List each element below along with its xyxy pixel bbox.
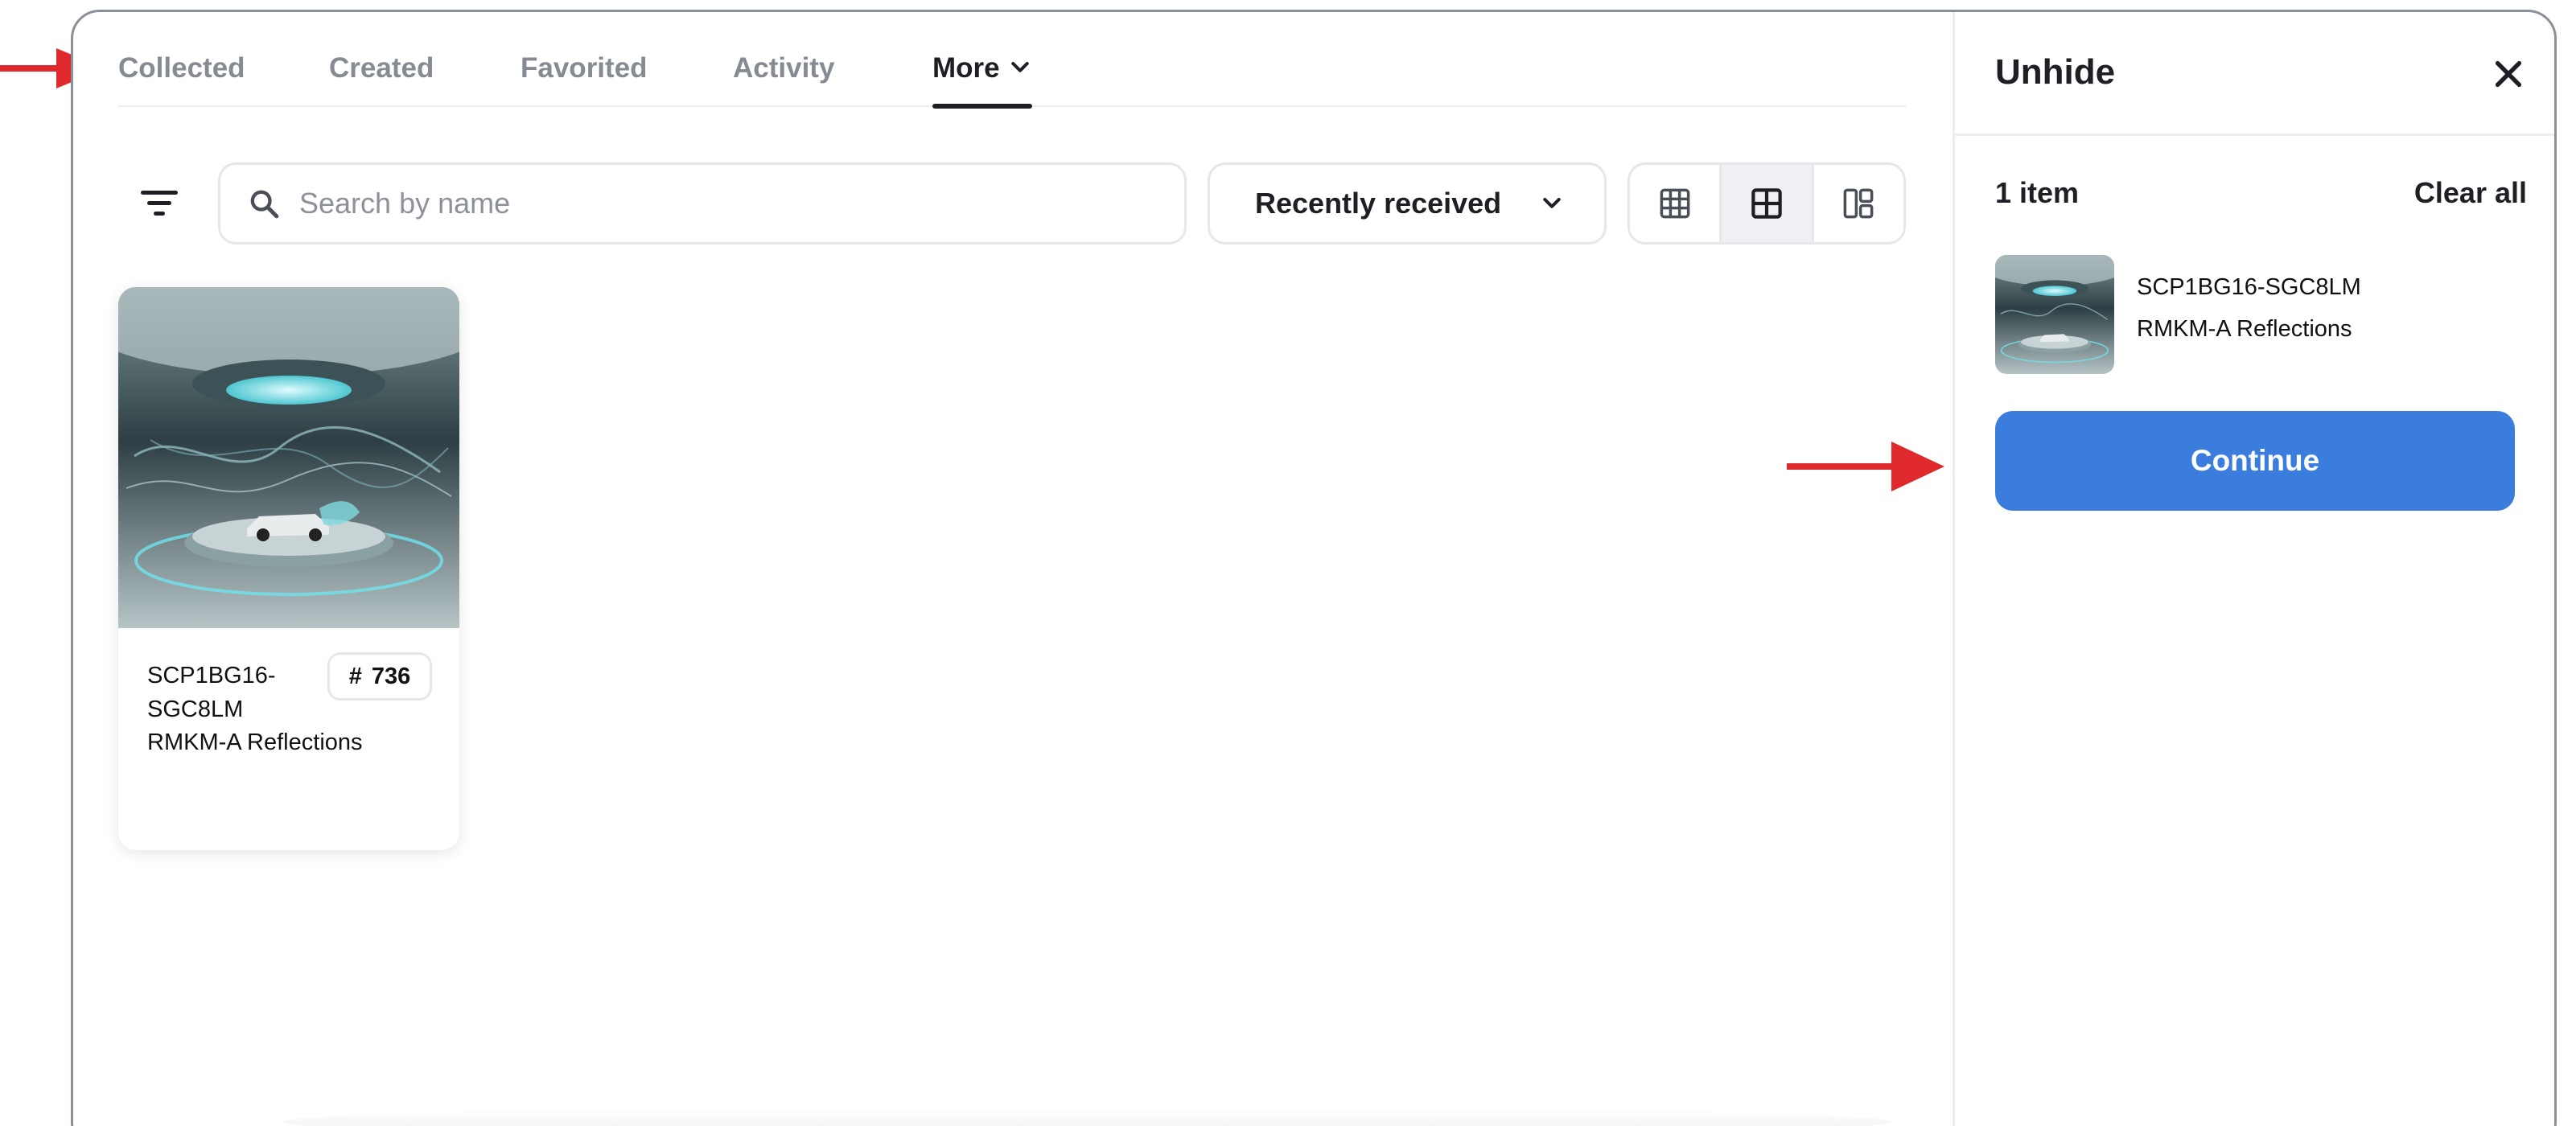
nft-card[interactable]: SCP1BG16- SGC8LM # 736 RMKM-A Reflection… [118, 287, 459, 850]
filter-icon [141, 191, 178, 216]
token-number-badge: # 736 [327, 652, 432, 701]
nft-artwork-image [118, 287, 459, 628]
search-box[interactable] [218, 162, 1187, 245]
unhide-panel: Unhide 1 item Clear all SCP1BG16-SGC8LM [1953, 12, 2554, 1126]
profile-tabs: Collected Created Favorited Activity Mor… [118, 12, 1906, 109]
sort-dropdown[interactable]: Recently received [1208, 162, 1607, 245]
tab-more[interactable]: More [932, 52, 1032, 109]
view-grid-mixed-button[interactable] [1814, 165, 1903, 242]
panel-header: Unhide [1955, 12, 2554, 136]
tab-created[interactable]: Created [329, 52, 434, 107]
selected-item-collection: RMKM-A Reflections [2137, 316, 2352, 342]
tab-more-label: More [932, 52, 1000, 84]
window-frame: Collected Created Favorited Activity Mor… [71, 10, 2557, 1126]
sort-label: Recently received [1255, 187, 1502, 220]
nft-name-line1: SCP1BG16- [147, 663, 276, 688]
search-input[interactable] [299, 187, 1152, 220]
tab-collected[interactable]: Collected [118, 52, 245, 107]
grid-small-icon [1660, 188, 1690, 219]
tab-favorited[interactable]: Favorited [521, 52, 648, 107]
view-grid-small-button[interactable] [1630, 165, 1722, 242]
selected-item-thumbnail [1995, 255, 2114, 374]
view-mode-toggle [1627, 162, 1906, 245]
continue-button[interactable]: Continue [1995, 411, 2515, 511]
filter-button[interactable] [118, 162, 200, 245]
nft-artwork-thumbnail [1995, 255, 2114, 374]
nft-name: SCP1BG16- SGC8LM [147, 659, 308, 726]
chevron-down-icon [1010, 62, 1029, 72]
annotation-arrow-continue [1787, 442, 1944, 491]
toolbar: Recently received [118, 162, 1906, 245]
chevron-down-icon [1543, 198, 1561, 208]
main-content: Collected Created Favorited Activity Mor… [73, 12, 1953, 1126]
search-icon [250, 190, 279, 219]
view-grid-large-button[interactable] [1722, 165, 1814, 242]
tab-activity[interactable]: Activity [733, 52, 834, 107]
token-number: 736 [371, 663, 411, 689]
grid-mixed-icon [1843, 188, 1874, 219]
grid-large-icon [1751, 188, 1782, 219]
scroll-shadow [282, 1106, 1891, 1126]
panel-title: Unhide [1995, 52, 2116, 92]
hash-symbol: # [348, 663, 362, 689]
nft-name-line2: SGC8LM [147, 697, 244, 722]
selected-item-name: SCP1BG16-SGC8LM [2137, 274, 2361, 300]
clear-all-button[interactable]: Clear all [2414, 176, 2527, 210]
selected-count: 1 item [1995, 176, 2080, 209]
nft-collection-name: RMKM-A Reflections [147, 729, 363, 755]
close-icon[interactable] [2490, 55, 2527, 92]
